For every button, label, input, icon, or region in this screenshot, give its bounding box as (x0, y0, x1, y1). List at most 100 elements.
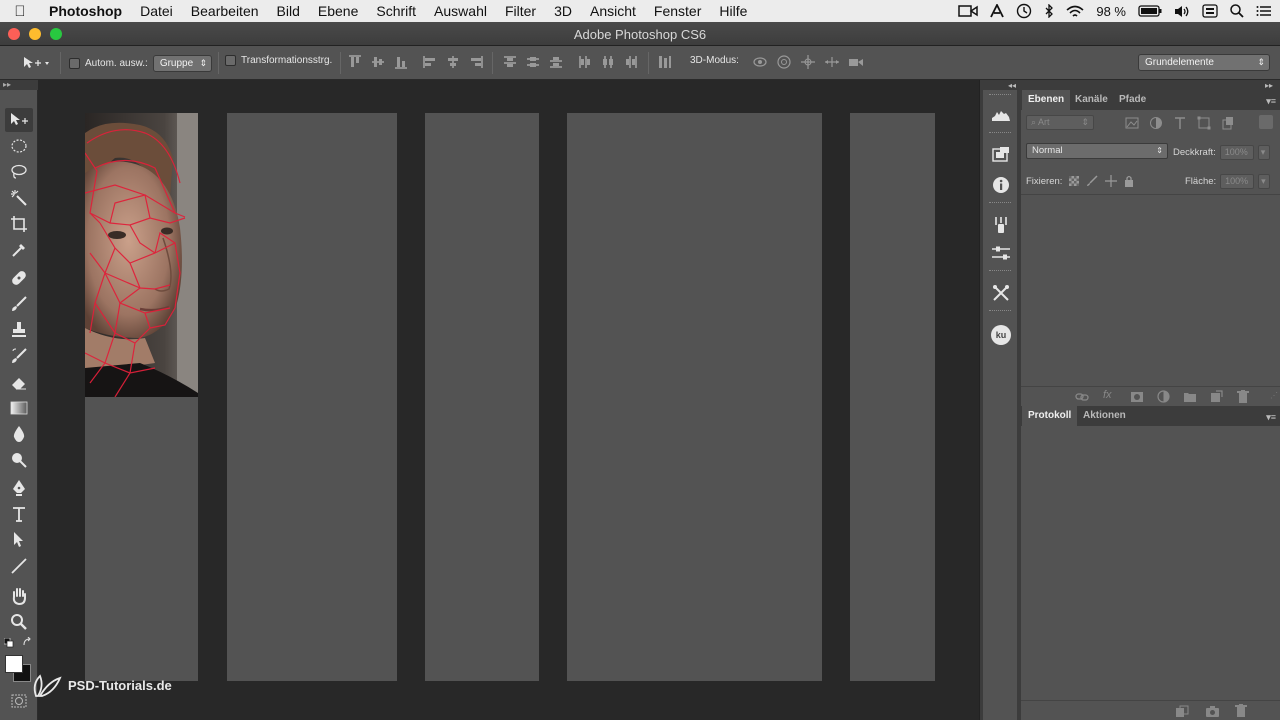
align-vcenter-icon[interactable] (370, 54, 386, 70)
layer-filter-kind[interactable]: ⌕ Art ⇕ (1026, 115, 1094, 130)
lock-image-pixels-icon[interactable] (1086, 175, 1098, 187)
workspace-dropdown[interactable]: Grundelemente (1138, 54, 1270, 71)
menu-hilfe[interactable]: Hilfe (710, 0, 756, 22)
foreground-color-swatch[interactable] (5, 655, 23, 673)
fill-field[interactable]: 100% (1220, 174, 1255, 189)
add-layer-mask-icon[interactable] (1130, 391, 1144, 403)
gradient-tool[interactable] (5, 396, 33, 420)
brush-presets-panel-button[interactable] (990, 214, 1012, 236)
info-panel-button[interactable] (990, 174, 1012, 196)
menu-ansicht[interactable]: Ansicht (581, 0, 645, 22)
align-bottom-icon[interactable] (393, 54, 409, 70)
filter-shape-layer-icon[interactable] (1197, 116, 1211, 130)
screen-record-icon[interactable] (958, 4, 979, 18)
move-tool[interactable] (5, 108, 33, 132)
align-left-icon[interactable] (422, 54, 438, 70)
apple-menu-icon[interactable]:  (0, 3, 40, 20)
path-selection-tool[interactable] (5, 528, 33, 552)
menu-bearbeiten[interactable]: Bearbeiten (182, 0, 268, 22)
3d-scale-camera-icon[interactable] (848, 54, 864, 70)
3d-rotate-icon[interactable] (752, 54, 768, 70)
auto-select-dropdown[interactable]: Gruppe (152, 55, 213, 72)
navigator-panel-button[interactable] (990, 144, 1012, 166)
kuler-panel-button[interactable]: ku (990, 324, 1012, 346)
transform-controls-checkbox[interactable] (225, 55, 236, 66)
history-brush-tool[interactable] (5, 344, 33, 368)
new-group-folder-icon[interactable] (1183, 391, 1197, 403)
layers-list[interactable] (1021, 195, 1280, 386)
menu-datei[interactable]: Datei (131, 0, 182, 22)
new-document-from-state-icon[interactable] (1175, 705, 1189, 717)
align-top-icon[interactable] (347, 54, 363, 70)
canvas-area[interactable] (39, 80, 979, 720)
menu-3d[interactable]: 3D (545, 0, 581, 22)
battery-icon[interactable] (1138, 5, 1162, 17)
3d-roll-icon[interactable] (776, 54, 792, 70)
tab-ebenen[interactable]: Ebenen (1022, 90, 1071, 110)
time-machine-icon[interactable] (1016, 3, 1032, 19)
lock-transparent-pixels-icon[interactable] (1069, 176, 1080, 186)
marquee-tool[interactable] (5, 134, 33, 158)
line-tool[interactable] (5, 554, 33, 578)
filter-toggle-button[interactable] (1259, 115, 1273, 129)
tool-presets-panel-button[interactable] (990, 282, 1012, 304)
history-panel[interactable] (1021, 426, 1280, 700)
filter-smart-object-icon[interactable] (1221, 116, 1235, 130)
new-layer-icon[interactable] (1210, 390, 1223, 403)
filter-adjustment-layer-icon[interactable] (1149, 116, 1163, 130)
column-frame-5[interactable] (850, 113, 935, 681)
spotlight-search-icon[interactable] (1230, 4, 1244, 18)
tab-pfade[interactable]: Pfade (1113, 90, 1152, 110)
magic-wand-tool[interactable] (5, 186, 33, 210)
input-source-icon[interactable] (1202, 4, 1218, 18)
delete-history-state-trash-icon[interactable] (1235, 704, 1247, 717)
tab-protokoll[interactable]: Protokoll (1022, 406, 1078, 426)
healing-brush-tool[interactable] (5, 266, 33, 290)
menu-fenster[interactable]: Fenster (645, 0, 710, 22)
fill-dropdown-icon[interactable]: ▾ (1258, 174, 1271, 189)
layers-panel-menu-icon[interactable]: ▾≡ (1266, 96, 1276, 107)
3d-drag-icon[interactable] (800, 54, 816, 70)
column-frame-1[interactable] (85, 113, 198, 681)
bluetooth-icon[interactable] (1044, 4, 1054, 18)
adobe-app-icon[interactable] (990, 4, 1005, 18)
3d-slide-icon[interactable] (824, 54, 840, 70)
distribute-vcenter-icon[interactable] (525, 54, 541, 70)
delete-layer-trash-icon[interactable] (1237, 390, 1249, 403)
eraser-tool[interactable] (5, 370, 33, 394)
column-frame-3[interactable] (425, 113, 539, 681)
swap-colors-icon[interactable] (23, 637, 33, 647)
column-frame-4[interactable] (567, 113, 822, 681)
history-panel-menu-icon[interactable]: ▾≡ (1266, 412, 1276, 423)
opacity-field[interactable]: 100% (1219, 145, 1254, 160)
clone-stamp-tool[interactable] (5, 318, 33, 342)
tab-kanaele[interactable]: Kanäle (1069, 90, 1114, 110)
opacity-dropdown-icon[interactable]: ▾ (1257, 145, 1270, 160)
filter-type-layer-icon[interactable] (1173, 116, 1187, 130)
distribute-left-icon[interactable] (577, 54, 593, 70)
menu-schrift[interactable]: Schrift (367, 0, 425, 22)
distribute-right-icon[interactable] (623, 54, 639, 70)
distribute-top-icon[interactable] (502, 54, 518, 70)
brush-tool[interactable] (5, 292, 33, 316)
lock-position-icon[interactable] (1105, 175, 1118, 187)
zoom-tool[interactable] (5, 610, 33, 634)
align-hcenter-icon[interactable] (445, 54, 461, 70)
crop-tool[interactable] (5, 212, 33, 236)
wifi-icon[interactable] (1066, 5, 1084, 18)
lock-all-icon[interactable] (1124, 175, 1134, 187)
menu-app-name[interactable]: Photoshop (40, 0, 131, 22)
menu-ebene[interactable]: Ebene (309, 0, 367, 22)
link-layers-icon[interactable] (1075, 391, 1089, 403)
volume-icon[interactable] (1174, 5, 1190, 18)
menu-auswahl[interactable]: Auswahl (425, 0, 496, 22)
quick-mask-icon[interactable] (11, 694, 27, 708)
tools-collapse-bar[interactable]: ▸▸ (0, 80, 38, 90)
distribute-bottom-icon[interactable] (548, 54, 564, 70)
layer-style-fx-icon[interactable]: fx (1103, 389, 1112, 401)
blend-mode-dropdown[interactable]: Normal (1026, 143, 1168, 159)
move-tool-preset-icon[interactable] (22, 55, 50, 71)
pen-tool[interactable] (5, 476, 33, 500)
column-frame-2[interactable] (227, 113, 397, 681)
panels-expand-icon[interactable]: ▸▸ (1265, 81, 1273, 90)
